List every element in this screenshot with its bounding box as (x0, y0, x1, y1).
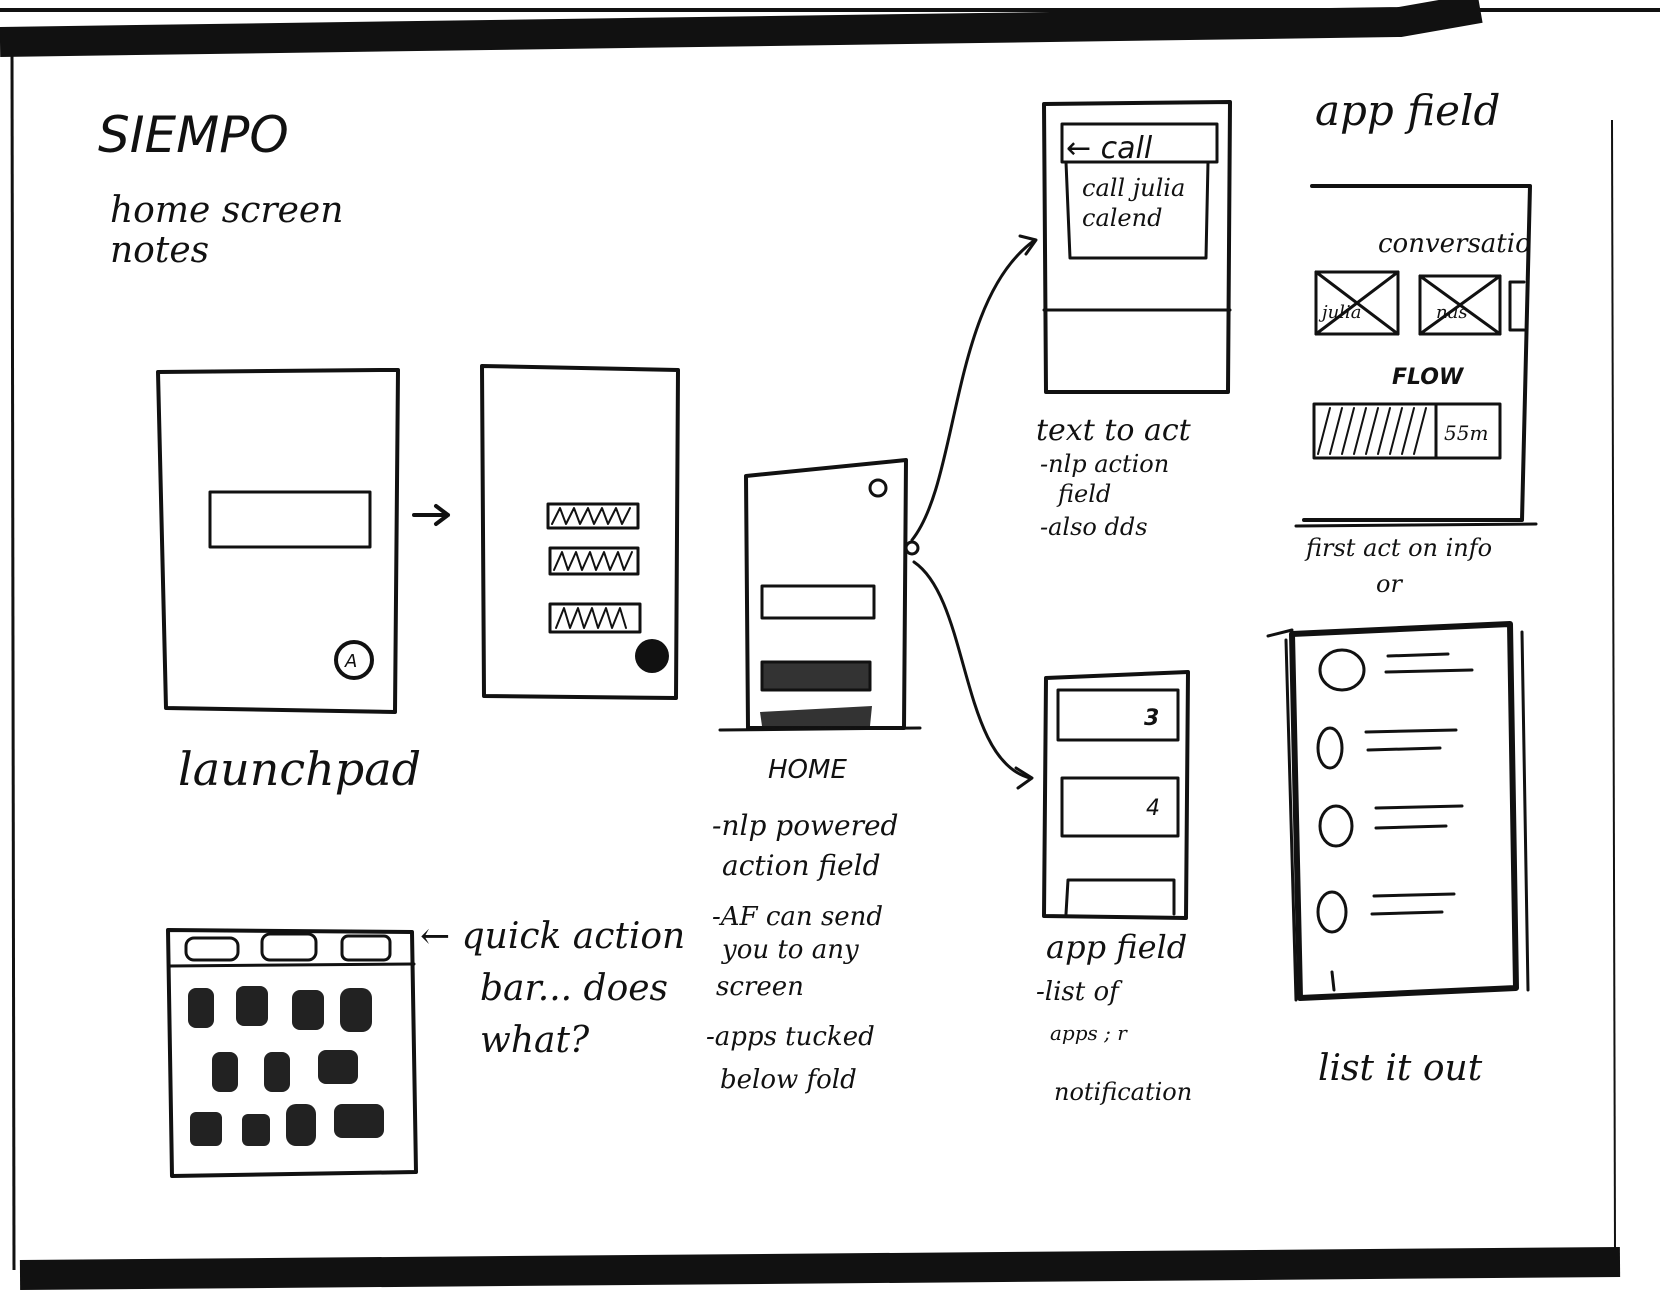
page-title: SIEMPO (98, 106, 289, 164)
home-note-1: -nlp powered (712, 809, 898, 842)
quick-action-phone (166, 928, 418, 1178)
app-field-note-4: notification (1054, 1078, 1192, 1106)
home-notes: -nlp powered action field -AF can send y… (706, 809, 898, 1095)
app-field-large-phone: conversatio julia nas FLOW 55m (1294, 184, 1538, 528)
text-to-act-notes: text to act -nlp action field -also dds (1036, 413, 1192, 541)
app-icon (286, 1104, 316, 1146)
app-icon (340, 988, 372, 1032)
text-to-act-input-text: ← call (1066, 131, 1153, 166)
list-row (1316, 726, 1458, 770)
home-action-field (760, 584, 876, 620)
home-note-5: screen (716, 972, 804, 1002)
home-note-4: you to any (721, 935, 859, 965)
list-row (1316, 890, 1456, 934)
text-to-act-note-1: text to act (1036, 413, 1192, 448)
home-note-7: below fold (720, 1065, 857, 1095)
arrow-to-app-field (912, 560, 1032, 780)
app-icon (242, 1114, 270, 1146)
app-tile-2 (1060, 776, 1180, 838)
page-subtitle-2: notes (110, 230, 209, 271)
app-icon (334, 1104, 384, 1138)
avatar-1-label: julia (1318, 302, 1361, 323)
text-to-act-note-2: -nlp action (1040, 450, 1169, 478)
home-phone (718, 458, 922, 732)
app-field-large-note-2: or (1376, 570, 1403, 598)
app-field-notes: app field -list of apps ; r notification (1036, 928, 1192, 1106)
app-field-phone: 3 4 (1042, 670, 1190, 920)
suggestion-1: call julia (1082, 174, 1185, 202)
text-to-act-note-4: -also dds (1040, 513, 1148, 541)
home-status-icon (868, 478, 888, 498)
app-field-note-3: apps ; r (1050, 1021, 1128, 1045)
flow-time: 55m (1444, 421, 1488, 445)
results-fab-icon (635, 639, 669, 673)
list-avatar-icon (1318, 804, 1354, 848)
app-grid (188, 986, 384, 1146)
list-avatar-icon (1318, 648, 1366, 692)
arrow-right-icon (412, 504, 450, 526)
home-side-handle (904, 540, 920, 556)
quick-action-1 (184, 936, 240, 962)
page-subtitle: home screen (110, 190, 343, 231)
app-icon (212, 1052, 238, 1092)
app-badge-1: 3 (1144, 706, 1159, 731)
app-icon (318, 1050, 358, 1084)
sketch-canvas: SIEMPO home screen notes A launchpad HOM… (0, 0, 1660, 1290)
avatar-2-label: nas (1436, 302, 1468, 323)
quick-action-2 (260, 932, 318, 962)
launchpad-phone: A (156, 368, 400, 714)
list-avatar-icon (1316, 726, 1344, 770)
quick-action-note-1: ← quick action (420, 916, 685, 957)
quick-action-notes: ← quick action bar... does what? (420, 916, 685, 1061)
flow-label: FLOW (1392, 365, 1465, 390)
app-icon (188, 988, 214, 1028)
quick-action-3 (340, 934, 392, 962)
app-icon (236, 986, 268, 1026)
list-row (1318, 648, 1474, 692)
arrowhead-icon-2 (1014, 766, 1034, 790)
app-field-note-1: app field (1046, 928, 1187, 966)
launchpad-fab-letter: A (344, 651, 357, 672)
quick-action-note-2: bar... does (480, 968, 668, 1009)
suggestion-2: calend (1082, 204, 1162, 232)
app-tile-1 (1056, 688, 1180, 742)
app-icon (264, 1052, 290, 1092)
app-field-title: app field (1315, 86, 1500, 135)
list-avatar-icon (1316, 890, 1348, 934)
app-field-note-2: -list of (1036, 977, 1123, 1007)
app-icon (190, 1112, 222, 1146)
quick-action-note-3: what? (480, 1020, 590, 1061)
list-row (1318, 804, 1464, 848)
results-phone (480, 364, 680, 700)
home-note-6: -apps tucked (706, 1022, 875, 1052)
home-note-3: -AF can send (712, 902, 883, 932)
app-badge-2: 4 (1146, 796, 1160, 821)
text-to-act-phone: ← call call julia calend (1042, 100, 1232, 394)
app-icon (292, 990, 324, 1030)
launchpad-label: launchpad (178, 742, 421, 796)
home-label: HOME (768, 755, 847, 785)
app-field-large-note-1: first act on info (1304, 534, 1492, 562)
text-to-act-note-3: field (1056, 480, 1111, 508)
list-phone (1266, 621, 1530, 1002)
conversation-label: conversatio (1378, 229, 1531, 259)
arrow-to-text-act (910, 238, 1037, 542)
list-label: list it out (1318, 1048, 1483, 1089)
home-note-2: action field (722, 849, 881, 882)
